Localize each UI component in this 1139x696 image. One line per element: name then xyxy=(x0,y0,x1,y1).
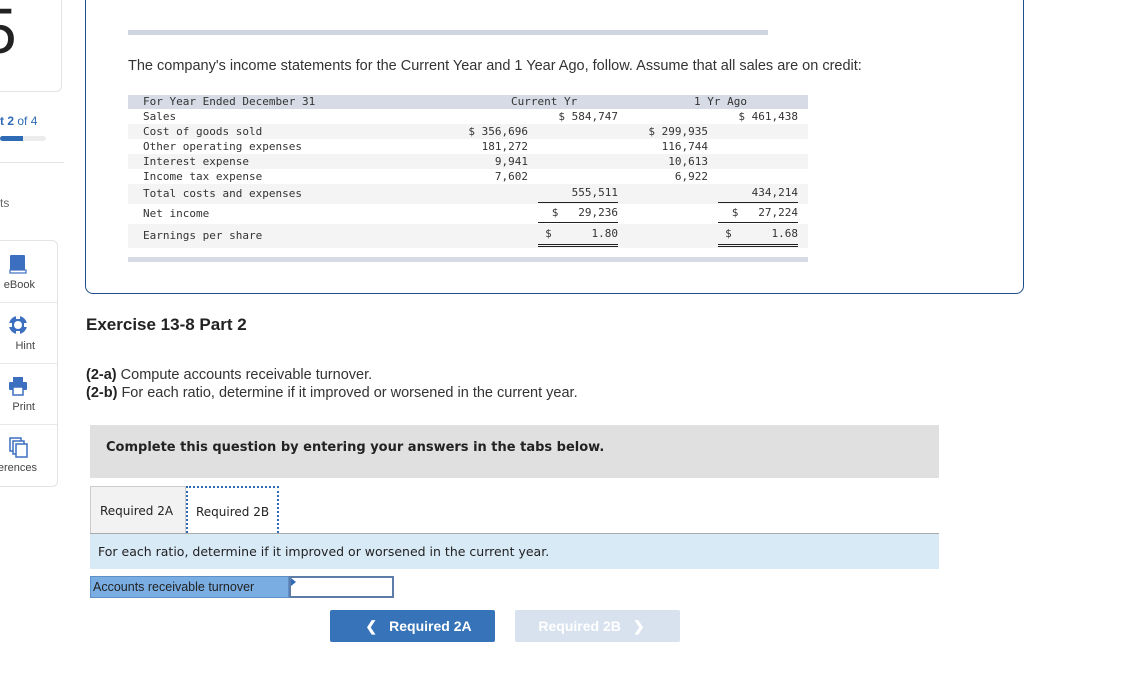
tab-label: Required 2B xyxy=(196,505,270,519)
cur-detail: 7,602 xyxy=(458,169,528,185)
prev-required-2a-button[interactable]: ❮ Required 2A xyxy=(330,610,495,642)
prev-button-label: Required 2A xyxy=(389,618,472,634)
ebook-label: eBook xyxy=(3,279,35,291)
ago-total: $ 27,224 xyxy=(718,204,798,225)
row-label: Sales xyxy=(143,110,177,123)
table-row-net-income: Net income $ 29,236 $ 27,224 xyxy=(128,204,808,225)
row-label: Interest expense xyxy=(143,155,249,168)
answer-row-label: Accounts receivable turnover xyxy=(90,576,289,598)
cur-total: $ 584,747 xyxy=(558,110,618,123)
exercise-title: Exercise 13-8 Part 2 xyxy=(86,315,247,334)
cur-total: $ 29,236 xyxy=(538,204,618,225)
book-icon xyxy=(9,255,27,274)
points-label: ts xyxy=(0,196,10,210)
chevron-right-icon: ❯ xyxy=(632,618,645,634)
cur-detail: 9,941 xyxy=(494,155,528,168)
table-bottom-bar xyxy=(128,257,808,262)
ago-detail: $ 299,935 xyxy=(648,125,708,138)
row-label: Earnings per share xyxy=(143,229,263,242)
cur-detail: 181,272 xyxy=(481,140,528,153)
ago-detail: 6,922 xyxy=(638,169,708,185)
next-required-2b-button[interactable]: Required 2B ❯ xyxy=(515,610,680,642)
part-total: of 4 xyxy=(17,114,38,128)
requirement-2a: (2-a) Compute accounts receivable turnov… xyxy=(86,367,372,383)
cur-detail: $ 356,696 xyxy=(468,125,528,138)
cur-total: 555,511 xyxy=(538,184,618,203)
table-row-cogs: Cost of goods sold $ 356,696 $ 299,935 xyxy=(128,124,808,139)
table-row-sales: Sales $ 584,747 $ 461,438 xyxy=(128,109,808,124)
next-button-label: Required 2B xyxy=(538,618,621,634)
header-1-yr-ago: 1 Yr Ago xyxy=(694,95,747,108)
req-2a-text: Compute accounts receivable turnover. xyxy=(116,367,373,383)
ago-total: $ 1.68 xyxy=(718,224,798,247)
ebook-button[interactable]: eBook xyxy=(0,241,57,303)
row-label: Net income xyxy=(143,207,210,220)
hint-button[interactable]: Hint xyxy=(0,302,57,364)
print-button[interactable]: Print xyxy=(0,363,57,425)
dropdown-flag-icon xyxy=(291,578,296,586)
printer-icon xyxy=(9,377,27,396)
tab-required-2a[interactable]: Required 2A xyxy=(90,486,186,533)
question-number: 5 xyxy=(0,0,17,63)
ago-detail: 116,744 xyxy=(661,140,708,153)
lifebuoy-icon xyxy=(8,315,28,335)
part-prefix: t xyxy=(0,114,4,128)
instructions-banner-text: Complete this question by entering your … xyxy=(106,440,605,455)
ago-total: $ 461,438 xyxy=(738,110,798,123)
sidebar-divider xyxy=(0,162,64,163)
tab-instruction-box: For each ratio, determine if it improved… xyxy=(90,534,939,569)
row-label: Cost of goods sold xyxy=(143,125,263,138)
income-statement-table: For Year Ended December 31 Current Yr 1 … xyxy=(128,95,808,248)
row-label: Other operating expenses xyxy=(143,140,302,153)
table-row-eps: Earnings per share $ 1.80 $ 1.68 xyxy=(128,224,808,248)
header-period-label: For Year Ended December 31 xyxy=(143,95,316,108)
copy-icon xyxy=(9,437,28,458)
intro-text: The company's income statements for the … xyxy=(128,58,862,74)
part-indicator: t 2 of 4 xyxy=(0,114,37,128)
hint-label: Hint xyxy=(15,340,35,352)
ago-detail: 10,613 xyxy=(668,155,708,168)
table-row-interest: Interest expense 9,941 10,613 xyxy=(128,154,808,169)
req-2b-tag: (2-b) xyxy=(86,385,118,401)
question-number-card: 5 xyxy=(0,0,62,92)
table-header-row: For Year Ended December 31 Current Yr 1 … xyxy=(128,95,808,109)
part-progress-fill xyxy=(0,136,23,141)
req-2b-text: For each ratio, determine if it improved… xyxy=(117,385,578,401)
tab-instruction-text: For each ratio, determine if it improved… xyxy=(98,544,550,559)
row-label: Income tax expense xyxy=(143,170,263,183)
references-label: ferences xyxy=(0,462,37,474)
tab-label: Required 2A xyxy=(100,504,174,518)
req-2a-tag: (2-a) xyxy=(86,367,117,383)
tab-required-2b[interactable]: Required 2B xyxy=(186,486,279,533)
references-button[interactable]: ferences xyxy=(0,424,57,485)
print-label: Print xyxy=(12,401,35,413)
header-current-yr: Current Yr xyxy=(511,95,578,108)
part-current: 2 xyxy=(7,114,15,128)
table-row-total-costs: Total costs and expenses 555,511 434,214 xyxy=(128,184,808,204)
table-row-income-tax: Income tax expense 7,602 6,922 xyxy=(128,169,808,185)
part-progress-bar xyxy=(0,136,46,141)
row-label: Total costs and expenses xyxy=(143,187,302,200)
tools-panel: eBook Hint Print ferences xyxy=(0,240,58,487)
instructions-banner: Complete this question by entering your … xyxy=(90,425,939,478)
requirement-2b: (2-b) For each ratio, determine if it im… xyxy=(86,385,578,401)
ago-total: 434,214 xyxy=(718,184,798,203)
answer-dropdown[interactable] xyxy=(289,576,394,598)
chevron-left-icon: ❮ xyxy=(365,618,378,634)
table-row-other-opex: Other operating expenses 181,272 116,744 xyxy=(128,139,808,154)
top-divider-bar xyxy=(128,30,768,35)
cur-total: $ 1.80 xyxy=(538,224,618,247)
